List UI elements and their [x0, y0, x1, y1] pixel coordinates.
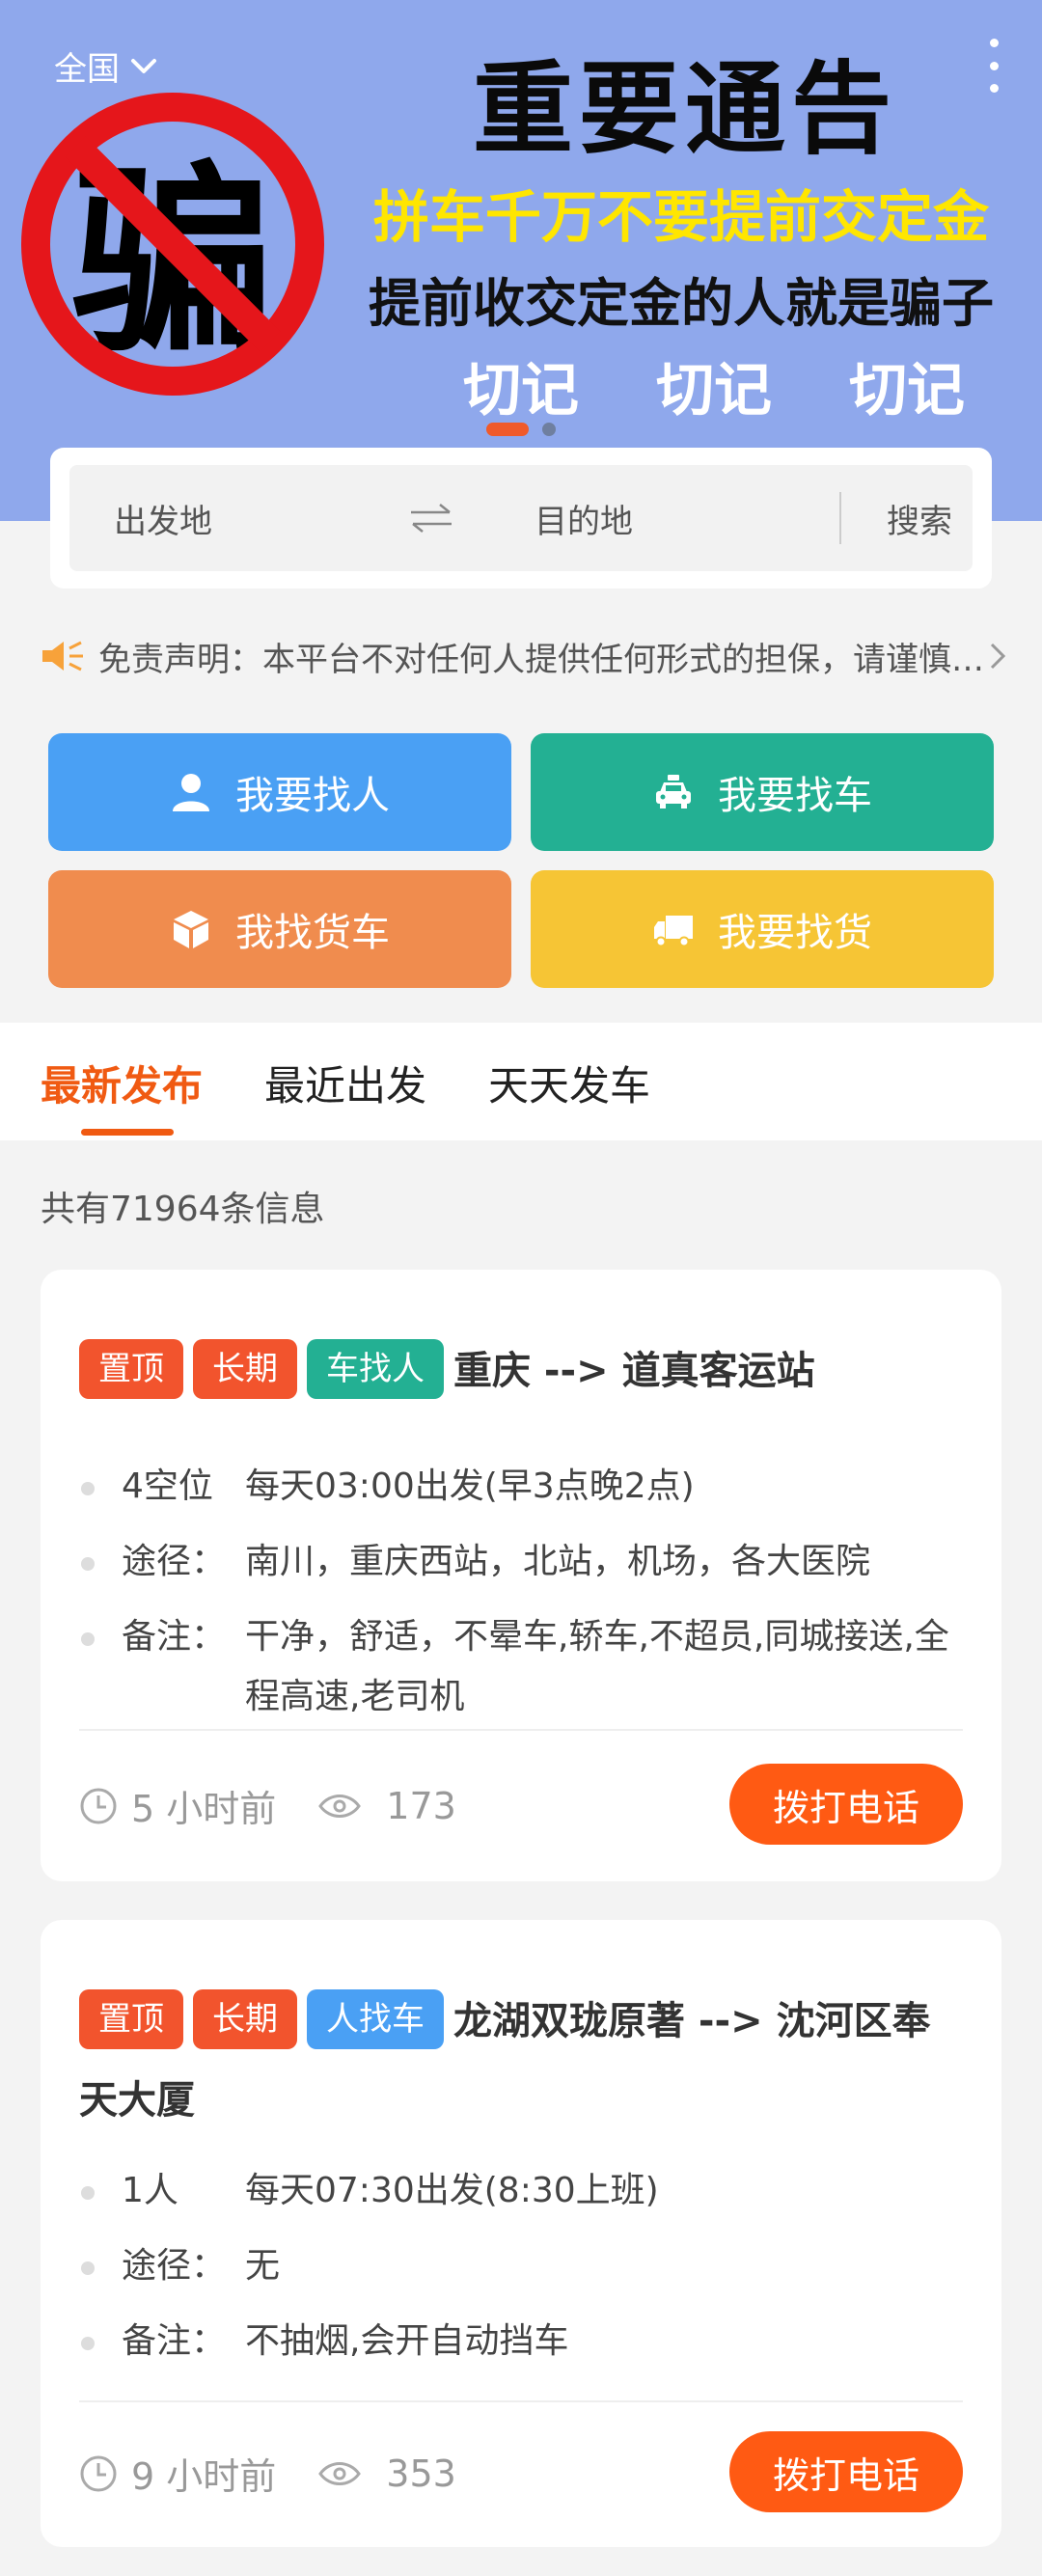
taxi-icon: [656, 775, 691, 808]
tag-long-term: 长期: [193, 1339, 297, 1399]
action-label: 我找货车: [235, 911, 390, 955]
find-truck-button[interactable]: 我找货车: [48, 870, 511, 988]
listing-via-row: 途径： 南川，重庆西站，北站，机场，各大医院: [79, 1532, 967, 1592]
disclaimer-bar[interactable]: 免责声明：本平台不对任何人提供任何形式的担保，请谨慎交易: [0, 617, 1042, 695]
listing-seats: 1人: [122, 2171, 178, 2210]
region-label: 全国: [54, 50, 120, 89]
listing-title: 置顶 长期 车找人 重庆 --> 道真客运站: [79, 1331, 967, 1411]
listing-via: 南川，重庆西站，北站，机场，各大医院: [245, 1542, 871, 1581]
clock-icon: [80, 2455, 117, 2491]
eye-icon: [318, 1794, 362, 1818]
tab-daily-departure[interactable]: 天天发车: [488, 1054, 650, 1112]
tab-indicator: [81, 1129, 174, 1136]
bullet-dot: [81, 2261, 95, 2275]
listing-note: 干净，舒适，不晕车,轿车,不超员,同城接送,全程高速,老司机: [245, 1617, 949, 1716]
listing-schedule: 每天07:30出发(8:30上班): [245, 2171, 659, 2210]
region-selector[interactable]: 全国: [54, 42, 158, 90]
divider: [839, 492, 841, 544]
bullet-dot: [81, 2186, 95, 2200]
call-button[interactable]: 拨打电话: [729, 2431, 963, 2512]
listing-seats-row: 1人 每天07:30出发(8:30上班): [79, 2161, 967, 2221]
banner-reminder: 切记: [849, 357, 965, 425]
listing-seats-row: 4空位 每天03:00出发(早3点晚2点): [79, 1457, 967, 1517]
call-button[interactable]: 拨打电话: [729, 1764, 963, 1845]
action-label: 我要找车: [718, 774, 872, 818]
listing-meta: 5 小时前 173: [79, 1779, 456, 1832]
banner-warning-line1: 拼车千万不要提前交定金: [372, 184, 989, 250]
destination-input[interactable]: 目的地: [535, 495, 633, 542]
eye-icon: [318, 2461, 362, 2485]
clock-icon: [80, 1788, 117, 1823]
tag-type: 车找人: [307, 1339, 444, 1399]
disclaimer-text: 免责声明：本平台不对任何人提供任何形式的担保，请谨慎交易: [98, 640, 1015, 679]
listing-note-row: 备注： 干净，舒适，不晕车,轿车,不超员,同城接送,全程高速,老司机: [79, 1607, 967, 1727]
info-count: 共有71964条信息: [41, 1190, 325, 1229]
view-count-value: 173: [386, 1784, 456, 1827]
action-label: 我要找人: [235, 774, 390, 818]
listing-via-row: 途径： 无: [79, 2236, 967, 2296]
find-passenger-button[interactable]: 我要找人: [48, 733, 511, 851]
banner-reminder: 切记: [463, 357, 579, 425]
chevron-down-icon: [131, 58, 156, 73]
prohibition-sign-icon: 骗: [17, 89, 328, 399]
listing-schedule: 每天03:00出发(早3点晚2点): [245, 1466, 695, 1506]
listing-card[interactable]: 置顶 长期 人找车 龙湖双珑原著 --> 沈河区奉天大厦 1人 每天07:30出发(8…: [41, 1920, 1001, 2547]
posted-time: 5 小时前: [131, 1788, 277, 1830]
chevron-right-icon: [990, 643, 1006, 670]
listing-meta: 9 小时前 353: [79, 2447, 456, 2500]
search-button[interactable]: 搜索: [866, 495, 973, 542]
find-car-button[interactable]: 我要找车: [531, 733, 994, 851]
search-bar: 出发地 目的地 搜索: [69, 465, 973, 571]
via-label: 途径：: [122, 1542, 227, 1581]
listing-via: 无: [245, 2246, 281, 2286]
swap-icon[interactable]: [407, 502, 455, 534]
tag-pinned: 置顶: [79, 1989, 183, 2049]
view-count: 173: [318, 1785, 456, 1827]
view-count: 353: [318, 2453, 456, 2495]
tab-latest[interactable]: 最新发布: [41, 1054, 203, 1112]
bullet-dot: [81, 1482, 95, 1495]
tab-recent-departure[interactable]: 最近出发: [264, 1054, 426, 1112]
tag-type: 人找车: [307, 1989, 444, 2049]
tag-pinned: 置顶: [79, 1339, 183, 1399]
truck-icon: [654, 916, 693, 947]
listing-title: 置顶 长期 人找车 龙湖双珑原著 --> 沈河区奉天大厦: [79, 1982, 967, 2140]
banner-warning-line2: 提前收交定金的人就是骗子: [369, 272, 994, 334]
posted-time: 9 小时前: [131, 2455, 277, 2498]
banner-title: 重要通告: [472, 49, 897, 168]
bullet-dot: [81, 1557, 95, 1571]
note-label: 备注：: [122, 1617, 227, 1657]
listing-seats: 4空位: [122, 1466, 213, 1506]
notice-banner[interactable]: 全国 骗 重要通告 拼车千万不要提前交定金 提前收交定金的人就是骗子 切记 切记…: [0, 0, 1042, 521]
banner-reminder: 切记: [656, 357, 772, 425]
via-label: 途径：: [122, 2246, 227, 2286]
listing-note-row: 备注： 不抽烟,会开自动挡车: [79, 2312, 967, 2371]
carousel-indicator[interactable]: [0, 423, 1042, 436]
divider: [79, 2400, 963, 2402]
carousel-dot[interactable]: [542, 423, 556, 436]
bullet-dot: [81, 1632, 95, 1646]
listing-card[interactable]: 置顶 长期 车找人 重庆 --> 道真客运站 4空位 每天03:00出发(早3点晚2点…: [41, 1270, 1001, 1881]
speaker-icon: [42, 641, 83, 671]
tag-long-term: 长期: [193, 1989, 297, 2049]
find-cargo-button[interactable]: 我要找货: [531, 870, 994, 988]
search-card: 出发地 目的地 搜索: [50, 448, 992, 589]
listing-tabs: 最新发布 最近出发 天天发车: [0, 1023, 1042, 1140]
listing-route: 重庆 --> 道真客运站: [453, 1349, 815, 1393]
listing-note: 不抽烟,会开自动挡车: [245, 2321, 569, 2361]
note-label: 备注：: [122, 2321, 227, 2361]
box-icon: [174, 911, 208, 948]
divider: [79, 1729, 963, 1731]
view-count-value: 353: [386, 2452, 456, 2495]
origin-input[interactable]: 出发地: [114, 495, 212, 542]
carousel-dot-active[interactable]: [486, 423, 529, 436]
action-grid: 我要找人 我要找车 我找货车 我要找货: [48, 733, 994, 988]
banner-reminders: 切记 切记 切记: [425, 343, 1003, 427]
bullet-dot: [81, 2337, 95, 2350]
person-icon: [173, 774, 209, 811]
action-label: 我要找货: [718, 911, 872, 955]
